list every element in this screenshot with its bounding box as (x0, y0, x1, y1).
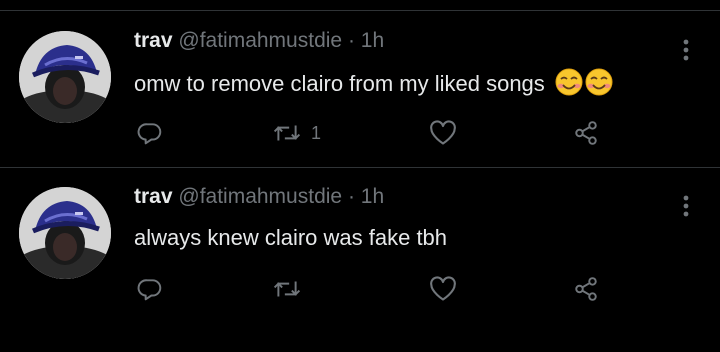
avatar-photo (19, 187, 111, 279)
tweet-text-content: always knew clairo was fake tbh (134, 225, 448, 250)
tweet-header: trav @fatimahmustdie · 1h (134, 184, 384, 210)
user-handle[interactable]: @fatimahmustdie (178, 29, 342, 52)
separator-dot: · (347, 185, 355, 208)
reply-button[interactable] (137, 120, 163, 146)
separator-dot: · (347, 29, 355, 52)
share-icon (575, 121, 597, 145)
tweet-text-content: omw to remove clairo from my liked songs (134, 71, 545, 96)
like-icon (430, 276, 456, 301)
display-name[interactable]: trav (134, 29, 173, 52)
retweet-button[interactable] (273, 276, 311, 302)
timestamp[interactable]: 1h (361, 29, 384, 52)
display-name[interactable]: trav (134, 185, 173, 208)
share-button[interactable] (572, 120, 600, 146)
retweet-button[interactable]: 1 (273, 120, 321, 146)
more-options-button[interactable] (672, 192, 700, 220)
avatar-photo (19, 31, 111, 123)
more-options-button[interactable] (672, 36, 700, 64)
reply-icon (137, 279, 162, 301)
timestamp[interactable]: 1h (361, 185, 384, 208)
share-icon (575, 277, 597, 301)
tweet[interactable]: trav @fatimahmustdie · 1h omw to remove … (0, 0, 720, 176)
retweet-icon (273, 281, 301, 297)
retweet-count: 1 (311, 122, 322, 143)
tweet-text: always knew clairo was fake tbh (134, 223, 447, 253)
tweet-header: trav @fatimahmustdie · 1h (134, 28, 384, 54)
reply-button[interactable] (137, 276, 163, 302)
share-button[interactable] (572, 276, 600, 302)
tweet[interactable]: trav @fatimahmustdie · 1h always knew cl… (0, 156, 720, 332)
user-handle[interactable]: @fatimahmustdie (178, 185, 342, 208)
more-options-icon (683, 195, 689, 217)
more-options-icon (683, 39, 689, 61)
tweet-feed: trav @fatimahmustdie · 1h omw to remove … (0, 0, 720, 352)
retweet-icon (273, 125, 301, 141)
avatar[interactable] (19, 31, 111, 123)
smiling-face-with-smiling-eyes-icon (555, 68, 613, 96)
like-button[interactable] (429, 276, 457, 302)
reply-icon (137, 123, 162, 145)
like-icon (430, 120, 456, 145)
tweet-text: omw to remove clairo from my liked songs (134, 67, 615, 99)
like-button[interactable] (429, 120, 457, 146)
avatar[interactable] (19, 187, 111, 279)
